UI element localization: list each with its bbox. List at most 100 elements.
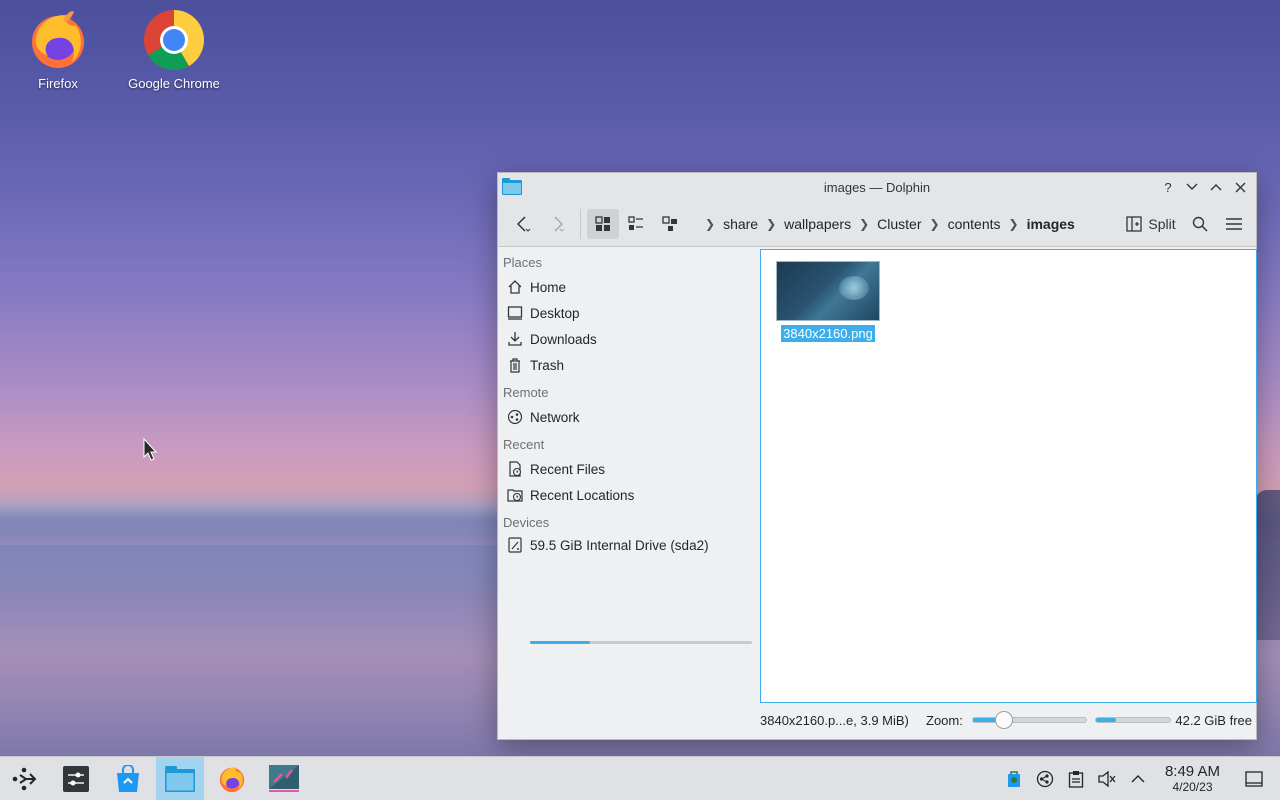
system-settings-icon <box>63 765 89 792</box>
details-view-icon <box>662 215 677 231</box>
system-tray: 8:49 AM 4/20/23 <box>1000 757 1280 800</box>
search-icon <box>1192 216 1208 232</box>
folder-app-icon <box>502 178 522 195</box>
forward-button[interactable] <box>540 209 574 239</box>
trash-icon <box>510 358 520 373</box>
status-bar: 3840x2160.p...e, 3.9 MiB) Zoom: 42.2 GiB… <box>498 705 1256 735</box>
sidebar-item-recent-locations[interactable]: Recent Locations <box>498 482 758 508</box>
sidebar-item-trash[interactable]: Trash <box>498 352 758 378</box>
zoom-label: Zoom: <box>926 712 963 728</box>
places-heading: Places <box>503 255 543 270</box>
desktop-icon-firefox[interactable]: Firefox <box>3 8 113 91</box>
details-view-button[interactable] <box>653 209 687 239</box>
compact-view-icon <box>628 215 643 230</box>
sidebar-item-network[interactable]: Network <box>498 404 758 430</box>
application-launcher-icon <box>12 767 37 790</box>
firefox-icon <box>26 8 90 72</box>
task-system-settings[interactable] <box>52 757 100 800</box>
sidebar-item-label: 59.5 GiB Internal Drive (sda2) <box>530 537 709 553</box>
digital-clock[interactable]: 8:49 AM 4/20/23 <box>1164 763 1220 795</box>
downloads-icon <box>508 332 522 346</box>
close-icon <box>1235 182 1245 192</box>
chevron-right-icon: ❯ <box>1008 216 1019 231</box>
sidebar-item-internal-drive[interactable]: 59.5 GiB Internal Drive (sda2) <box>498 534 758 556</box>
dolphin-file-manager-icon <box>165 765 195 792</box>
task-discover[interactable] <box>104 757 152 800</box>
recent-files-icon <box>509 461 522 477</box>
task-firefox[interactable] <box>208 757 256 800</box>
chevron-down-icon <box>1186 183 1198 190</box>
mouse-cursor-icon <box>143 438 158 461</box>
minimize-button[interactable] <box>1182 176 1202 198</box>
sidebar-item-home[interactable]: Home <box>498 274 758 300</box>
breadcrumb-item-cluster[interactable]: Cluster <box>877 216 921 232</box>
icons-view-button[interactable] <box>587 208 619 239</box>
sidebar-item-label: Home <box>530 279 567 295</box>
tray-expander[interactable] <box>1124 765 1152 793</box>
search-button[interactable] <box>1186 209 1214 239</box>
free-space-label: 42.2 GiB free <box>1175 712 1252 728</box>
sidebar-item-label: Trash <box>530 357 565 373</box>
breadcrumb: ❯ share ❯ wallpapers ❯ Cluster ❯ content… <box>697 216 1075 232</box>
discover-store-icon <box>117 764 139 792</box>
tray-updates[interactable] <box>1000 765 1028 793</box>
file-thumbnail <box>776 261 880 321</box>
free-space-fill <box>1096 718 1116 722</box>
show-desktop-button[interactable] <box>1240 765 1268 793</box>
chevron-right-icon: ❯ <box>705 216 716 231</box>
breadcrumb-item-wallpapers[interactable]: wallpapers <box>784 216 851 232</box>
chevron-up-icon <box>1210 184 1222 191</box>
sidebar-item-label: Desktop <box>530 305 580 321</box>
desktop-icon-chrome[interactable]: Google Chrome <box>119 8 229 91</box>
network-status-icon <box>1036 770 1054 788</box>
toolbar: ❯ share ❯ wallpapers ❯ Cluster ❯ content… <box>498 201 1256 247</box>
chevron-right-icon: ❯ <box>766 216 777 231</box>
task-screenshot-tool[interactable] <box>260 757 308 800</box>
clock-time: 8:49 AM <box>1164 763 1220 780</box>
window-titlebar[interactable]: images — Dolphin ? <box>498 173 1256 201</box>
breadcrumb-item-contents[interactable]: contents <box>948 216 1001 232</box>
sidebar-item-label: Recent Files <box>530 461 606 477</box>
file-item[interactable]: 3840x2160.png <box>775 261 881 342</box>
sidebar-item-downloads[interactable]: Downloads <box>498 326 758 352</box>
updates-icon <box>1007 771 1020 787</box>
breadcrumb-item-share[interactable]: share <box>723 216 758 232</box>
chevron-right-icon: ❯ <box>859 216 870 231</box>
clock-date: 4/20/23 <box>1172 780 1213 794</box>
file-view[interactable]: 3840x2160.png <box>760 249 1257 703</box>
zoom-slider-handle[interactable] <box>995 711 1014 729</box>
toolbar-separator <box>580 208 581 239</box>
close-button[interactable] <box>1230 176 1250 198</box>
task-dolphin[interactable] <box>156 756 204 800</box>
hamburger-menu-icon <box>1226 217 1242 230</box>
application-launcher-button[interactable] <box>0 757 48 800</box>
maximize-button[interactable] <box>1206 176 1226 198</box>
recent-locations-icon <box>507 489 523 502</box>
split-button[interactable]: Split <box>1124 209 1178 239</box>
network-icon <box>507 409 523 425</box>
clipboard-icon <box>1068 771 1084 788</box>
drive-usage-bar <box>530 641 752 644</box>
breadcrumb-item-images[interactable]: images <box>1027 216 1075 232</box>
desktop-icon-label: Firefox <box>38 76 78 91</box>
icons-view-icon <box>595 215 610 231</box>
sidebar-item-label: Recent Locations <box>530 487 635 503</box>
devices-heading: Devices <box>503 515 550 530</box>
tray-network[interactable] <box>1031 765 1059 793</box>
hamburger-menu-button[interactable] <box>1220 209 1248 239</box>
sidebar-item-label: Downloads <box>530 331 597 347</box>
zoom-slider[interactable] <box>972 717 1087 723</box>
tray-volume[interactable] <box>1093 765 1121 793</box>
back-button[interactable] <box>506 209 540 239</box>
drive-icon <box>508 537 522 553</box>
compact-view-button[interactable] <box>619 209 653 239</box>
sidebar-item-recent-files[interactable]: Recent Files <box>498 456 758 482</box>
sidebar-item-desktop[interactable]: Desktop <box>498 300 758 326</box>
tray-clipboard[interactable] <box>1062 765 1090 793</box>
drive-usage-fill <box>530 641 590 644</box>
chevron-up-icon <box>1131 775 1145 783</box>
chevron-right-icon: ❯ <box>929 216 940 231</box>
show-desktop-icon <box>1245 771 1263 787</box>
wallpaper-shore <box>1255 490 1280 640</box>
help-button[interactable]: ? <box>1158 176 1178 198</box>
